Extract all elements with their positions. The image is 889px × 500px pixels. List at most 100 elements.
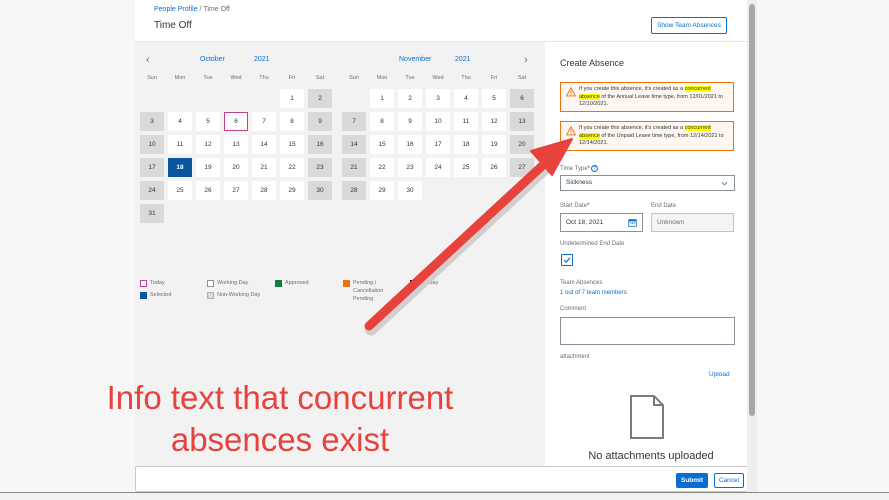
calendar-day[interactable]: 19 [196, 158, 220, 177]
calendar-day[interactable]: 26 [196, 181, 220, 200]
annotation-caption: Info text that concurrent absences exist [70, 377, 490, 461]
calendar-day[interactable]: 15 [370, 135, 394, 154]
calendar-day[interactable]: 11 [454, 112, 478, 131]
calendar-day[interactable]: 18 [168, 158, 192, 177]
month-label-november[interactable]: November [399, 56, 431, 63]
time-type-select[interactable]: Sickness [560, 175, 735, 191]
calendar-day[interactable]: 24 [426, 158, 450, 177]
calendar-day[interactable]: 23 [398, 158, 422, 177]
calendar-day[interactable]: 5 [196, 112, 220, 131]
upload-link[interactable]: Upload [709, 371, 730, 378]
calendar-day[interactable]: 31 [140, 204, 164, 223]
calendar-day[interactable]: 10 [140, 135, 164, 154]
calendar-day[interactable]: 12 [196, 135, 220, 154]
calendar-day[interactable]: 3 [140, 112, 164, 131]
warning-icon [566, 126, 576, 136]
calendar-day[interactable]: 27 [224, 181, 248, 200]
weekday-wed: Wed [432, 75, 444, 81]
legend-selected-label: Selected [150, 292, 172, 298]
scrollbar-thumb[interactable] [749, 4, 755, 416]
time-type-value: Sickness [566, 179, 593, 186]
calendar-day[interactable]: 28 [342, 181, 366, 200]
calendar-day[interactable]: 4 [454, 89, 478, 108]
calendar-day[interactable]: 25 [168, 181, 192, 200]
calendar-day[interactable]: 14 [342, 135, 366, 154]
calendar-day[interactable]: 8 [370, 112, 394, 131]
calendar-icon[interactable] [628, 218, 637, 227]
calendar-day[interactable]: 24 [140, 181, 164, 200]
legend-non-working-day-label: Non-Working Day [217, 292, 261, 298]
calendar-day[interactable]: 22 [370, 158, 394, 177]
breadcrumb-people-profile-link[interactable]: People Profile [154, 6, 198, 13]
calendar-day[interactable]: 9 [398, 112, 422, 131]
comment-label: Comment [560, 306, 587, 312]
no-attachments-text: No attachments uploaded [588, 450, 714, 462]
calendar-day[interactable]: 19 [482, 135, 506, 154]
calendar-day[interactable]: 21 [252, 158, 276, 177]
calendar-day[interactable]: 22 [280, 158, 304, 177]
calendar-day[interactable]: 1 [280, 89, 304, 108]
weekday-wed: Wed [230, 75, 242, 81]
calendar-day[interactable]: 4 [168, 112, 192, 131]
calendar-day[interactable]: 2 [398, 89, 422, 108]
calendar-day[interactable]: 30 [308, 181, 332, 200]
calendar-day[interactable]: 3 [426, 89, 450, 108]
calendar-day[interactable]: 27 [510, 158, 534, 177]
calendar-day[interactable]: 17 [426, 135, 450, 154]
weekday-sat: Sat [315, 75, 325, 81]
show-team-absences-button[interactable]: Show Team Absences [651, 17, 727, 34]
calendar-day[interactable]: 28 [252, 181, 276, 200]
next-month-arrow-icon[interactable]: › [524, 55, 528, 66]
help-icon[interactable]: ? [591, 165, 599, 172]
weekday-sun: Sun [147, 75, 157, 81]
calendar-day[interactable]: 16 [308, 135, 332, 154]
calendar-day[interactable]: 5 [482, 89, 506, 108]
calendar-day[interactable]: 6 [510, 89, 534, 108]
calendar-day[interactable]: 13 [224, 135, 248, 154]
calendar-day[interactable]: 7 [252, 112, 276, 131]
month-label-october[interactable]: October [200, 56, 225, 63]
prev-month-arrow-icon[interactable]: ‹ [146, 55, 150, 66]
calendar-day[interactable]: 14 [252, 135, 276, 154]
calendar-day[interactable]: 20 [224, 158, 248, 177]
calendar-day[interactable]: 11 [168, 135, 192, 154]
cancel-button[interactable]: Cancel [714, 473, 744, 488]
checkmark-icon [563, 257, 571, 264]
calendar-day[interactable]: 2 [308, 89, 332, 108]
concurrent-absence-warning-2: If you create this absence, it's created… [560, 121, 734, 151]
create-absence-title: Create Absence [560, 58, 625, 68]
calendar-day[interactable]: 23 [308, 158, 332, 177]
start-date-value: Oct 18, 2021 [566, 219, 604, 226]
calendar-day[interactable]: 21 [342, 158, 366, 177]
year-label-october[interactable]: 2021 [254, 56, 270, 63]
year-label-november[interactable]: 2021 [455, 56, 471, 63]
calendar-day[interactable]: 7 [342, 112, 366, 131]
calendar-day[interactable]: 16 [398, 135, 422, 154]
legend-approved-swatch [275, 280, 282, 287]
submit-button[interactable]: Submit [676, 473, 708, 488]
weekday-thu: Thu [259, 75, 269, 81]
team-absences-link[interactable]: 1 out of 7 team members [560, 290, 627, 296]
calendar-day[interactable]: 8 [280, 112, 304, 131]
calendar-day[interactable]: 25 [454, 158, 478, 177]
calendar-day[interactable]: 1 [370, 89, 394, 108]
weekday-fri: Fri [288, 75, 296, 81]
calendar-day[interactable]: 30 [398, 181, 422, 200]
calendar-day[interactable]: 12 [482, 112, 506, 131]
calendar-day[interactable]: 26 [482, 158, 506, 177]
calendar-day[interactable]: 13 [510, 112, 534, 131]
right-backdrop [757, 0, 889, 500]
calendar-day[interactable]: 17 [140, 158, 164, 177]
calendar-day[interactable]: 29 [370, 181, 394, 200]
calendar-day[interactable]: 20 [510, 135, 534, 154]
calendar-day[interactable]: 29 [280, 181, 304, 200]
calendar-day[interactable]: 15 [280, 135, 304, 154]
calendar-day[interactable]: 9 [308, 112, 332, 131]
comment-textarea[interactable] [560, 317, 735, 345]
start-date-input[interactable]: Oct 18, 2021 [560, 213, 643, 232]
calendar-day[interactable]: 18 [454, 135, 478, 154]
undetermined-end-date-checkbox[interactable] [561, 254, 573, 266]
calendar-day[interactable]: 6 [224, 112, 248, 131]
calendar-day[interactable]: 10 [426, 112, 450, 131]
legend-holiday-swatch [410, 280, 417, 287]
